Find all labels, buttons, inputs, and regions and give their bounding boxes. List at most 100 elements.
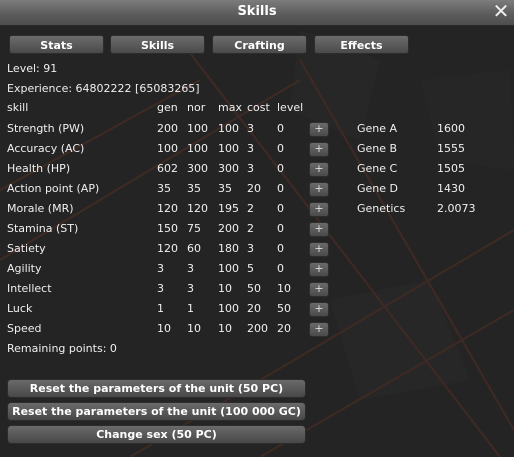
skill-cost: 2 (247, 202, 254, 215)
skill-nor: 35 (187, 182, 201, 195)
skill-gen: 3 (157, 282, 164, 295)
skill-max: 200 (218, 222, 239, 235)
remaining-points: Remaining points: 0 (7, 342, 117, 355)
skill-gen: 602 (157, 162, 178, 175)
skill-cost: 3 (247, 162, 254, 175)
skill-max: 195 (218, 202, 239, 215)
skill-gen: 1 (157, 302, 164, 315)
skill-level: 0 (277, 222, 284, 235)
plus-button[interactable]: + (309, 202, 329, 217)
plus-button[interactable]: + (309, 222, 329, 237)
skill-nor: 3 (187, 262, 194, 275)
plus-button[interactable]: + (309, 142, 329, 157)
skill-gen: 200 (157, 122, 178, 135)
tab-skills[interactable]: Skills (110, 35, 205, 54)
skill-nor: 120 (187, 202, 208, 215)
skill-nor: 100 (187, 122, 208, 135)
skill-name: Action point (AP) (7, 182, 100, 195)
skill-name: Speed (7, 322, 42, 335)
plus-button[interactable]: + (309, 122, 329, 137)
tab-crafting[interactable]: Crafting (212, 35, 307, 54)
reset-pc-button[interactable]: Reset the parameters of the unit (50 PC) (7, 379, 306, 398)
skill-name: Morale (MR) (7, 202, 74, 215)
skill-max: 35 (218, 182, 232, 195)
skill-gen: 150 (157, 222, 178, 235)
close-icon[interactable]: ✕ (491, 1, 511, 22)
tab-effects[interactable]: Effects (314, 35, 409, 54)
plus-button[interactable]: + (309, 182, 329, 197)
plus-button[interactable]: + (309, 322, 329, 337)
skill-max: 10 (218, 322, 232, 335)
skill-max: 300 (218, 162, 239, 175)
skill-cost: 5 (247, 262, 254, 275)
skill-max: 100 (218, 122, 239, 135)
plus-button[interactable]: + (309, 262, 329, 277)
gene-name: Gene C (357, 162, 398, 175)
skill-cost: 3 (247, 242, 254, 255)
header-cost: cost (247, 101, 270, 114)
skill-max: 100 (218, 142, 239, 155)
skill-level: 0 (277, 242, 284, 255)
skill-level: 10 (277, 282, 291, 295)
skill-name: Accuracy (AC) (7, 142, 85, 155)
header-gen: gen (157, 101, 178, 114)
skill-level: 0 (277, 142, 284, 155)
plus-button[interactable]: + (309, 302, 329, 317)
level-label: Level: 91 (7, 62, 58, 75)
title-bar: Skills ✕ (0, 0, 514, 26)
skill-level: 50 (277, 302, 291, 315)
plus-button[interactable]: + (309, 242, 329, 257)
skill-cost: 20 (247, 302, 261, 315)
skill-nor: 100 (187, 142, 208, 155)
header-skill: skill (7, 101, 29, 114)
plus-button[interactable]: + (309, 162, 329, 177)
skill-cost: 50 (247, 282, 261, 295)
skill-max: 100 (218, 262, 239, 275)
skill-max: 180 (218, 242, 239, 255)
skill-name: Stamina (ST) (7, 222, 79, 235)
reset-gc-button[interactable]: Reset the parameters of the unit (100 00… (7, 402, 306, 421)
header-nor: nor (187, 101, 206, 114)
gene-value: 1430 (437, 182, 465, 195)
skill-gen: 100 (157, 142, 178, 155)
skill-nor: 10 (187, 322, 201, 335)
skill-name: Intellect (7, 282, 52, 295)
gene-name: Gene B (357, 142, 398, 155)
skill-name: Strength (PW) (7, 122, 85, 135)
skill-cost: 3 (247, 122, 254, 135)
skill-max: 100 (218, 302, 239, 315)
skill-nor: 300 (187, 162, 208, 175)
skill-nor: 3 (187, 282, 194, 295)
plus-button[interactable]: + (309, 282, 329, 297)
skill-gen: 120 (157, 242, 178, 255)
skill-level: 20 (277, 322, 291, 335)
skill-level: 0 (277, 182, 284, 195)
window-title: Skills (237, 4, 277, 19)
gene-name: Gene A (357, 122, 398, 135)
skill-name: Agility (7, 262, 42, 275)
skill-level: 0 (277, 202, 284, 215)
skill-nor: 60 (187, 242, 201, 255)
skill-name: Luck (7, 302, 33, 315)
skill-gen: 10 (157, 322, 171, 335)
skill-level: 0 (277, 122, 284, 135)
gene-name: Gene D (357, 182, 398, 195)
skill-cost: 3 (247, 142, 254, 155)
header-max: max (218, 101, 242, 114)
skill-level: 0 (277, 262, 284, 275)
skill-level: 0 (277, 162, 284, 175)
skill-gen: 3 (157, 262, 164, 275)
experience-label: Experience: 64802222 [65083265] (7, 82, 200, 95)
tab-stats[interactable]: Stats (9, 35, 104, 54)
gene-value: 1600 (437, 122, 465, 135)
skill-nor: 1 (187, 302, 194, 315)
genetics-name: Genetics (357, 202, 406, 215)
skill-nor: 75 (187, 222, 201, 235)
skill-cost: 20 (247, 182, 261, 195)
skill-gen: 35 (157, 182, 171, 195)
skill-max: 10 (218, 282, 232, 295)
genetics-value: 2.0073 (437, 202, 476, 215)
change-sex-button[interactable]: Change sex (50 PC) (7, 425, 306, 444)
skill-cost: 2 (247, 222, 254, 235)
skill-name: Health (HP) (7, 162, 71, 175)
